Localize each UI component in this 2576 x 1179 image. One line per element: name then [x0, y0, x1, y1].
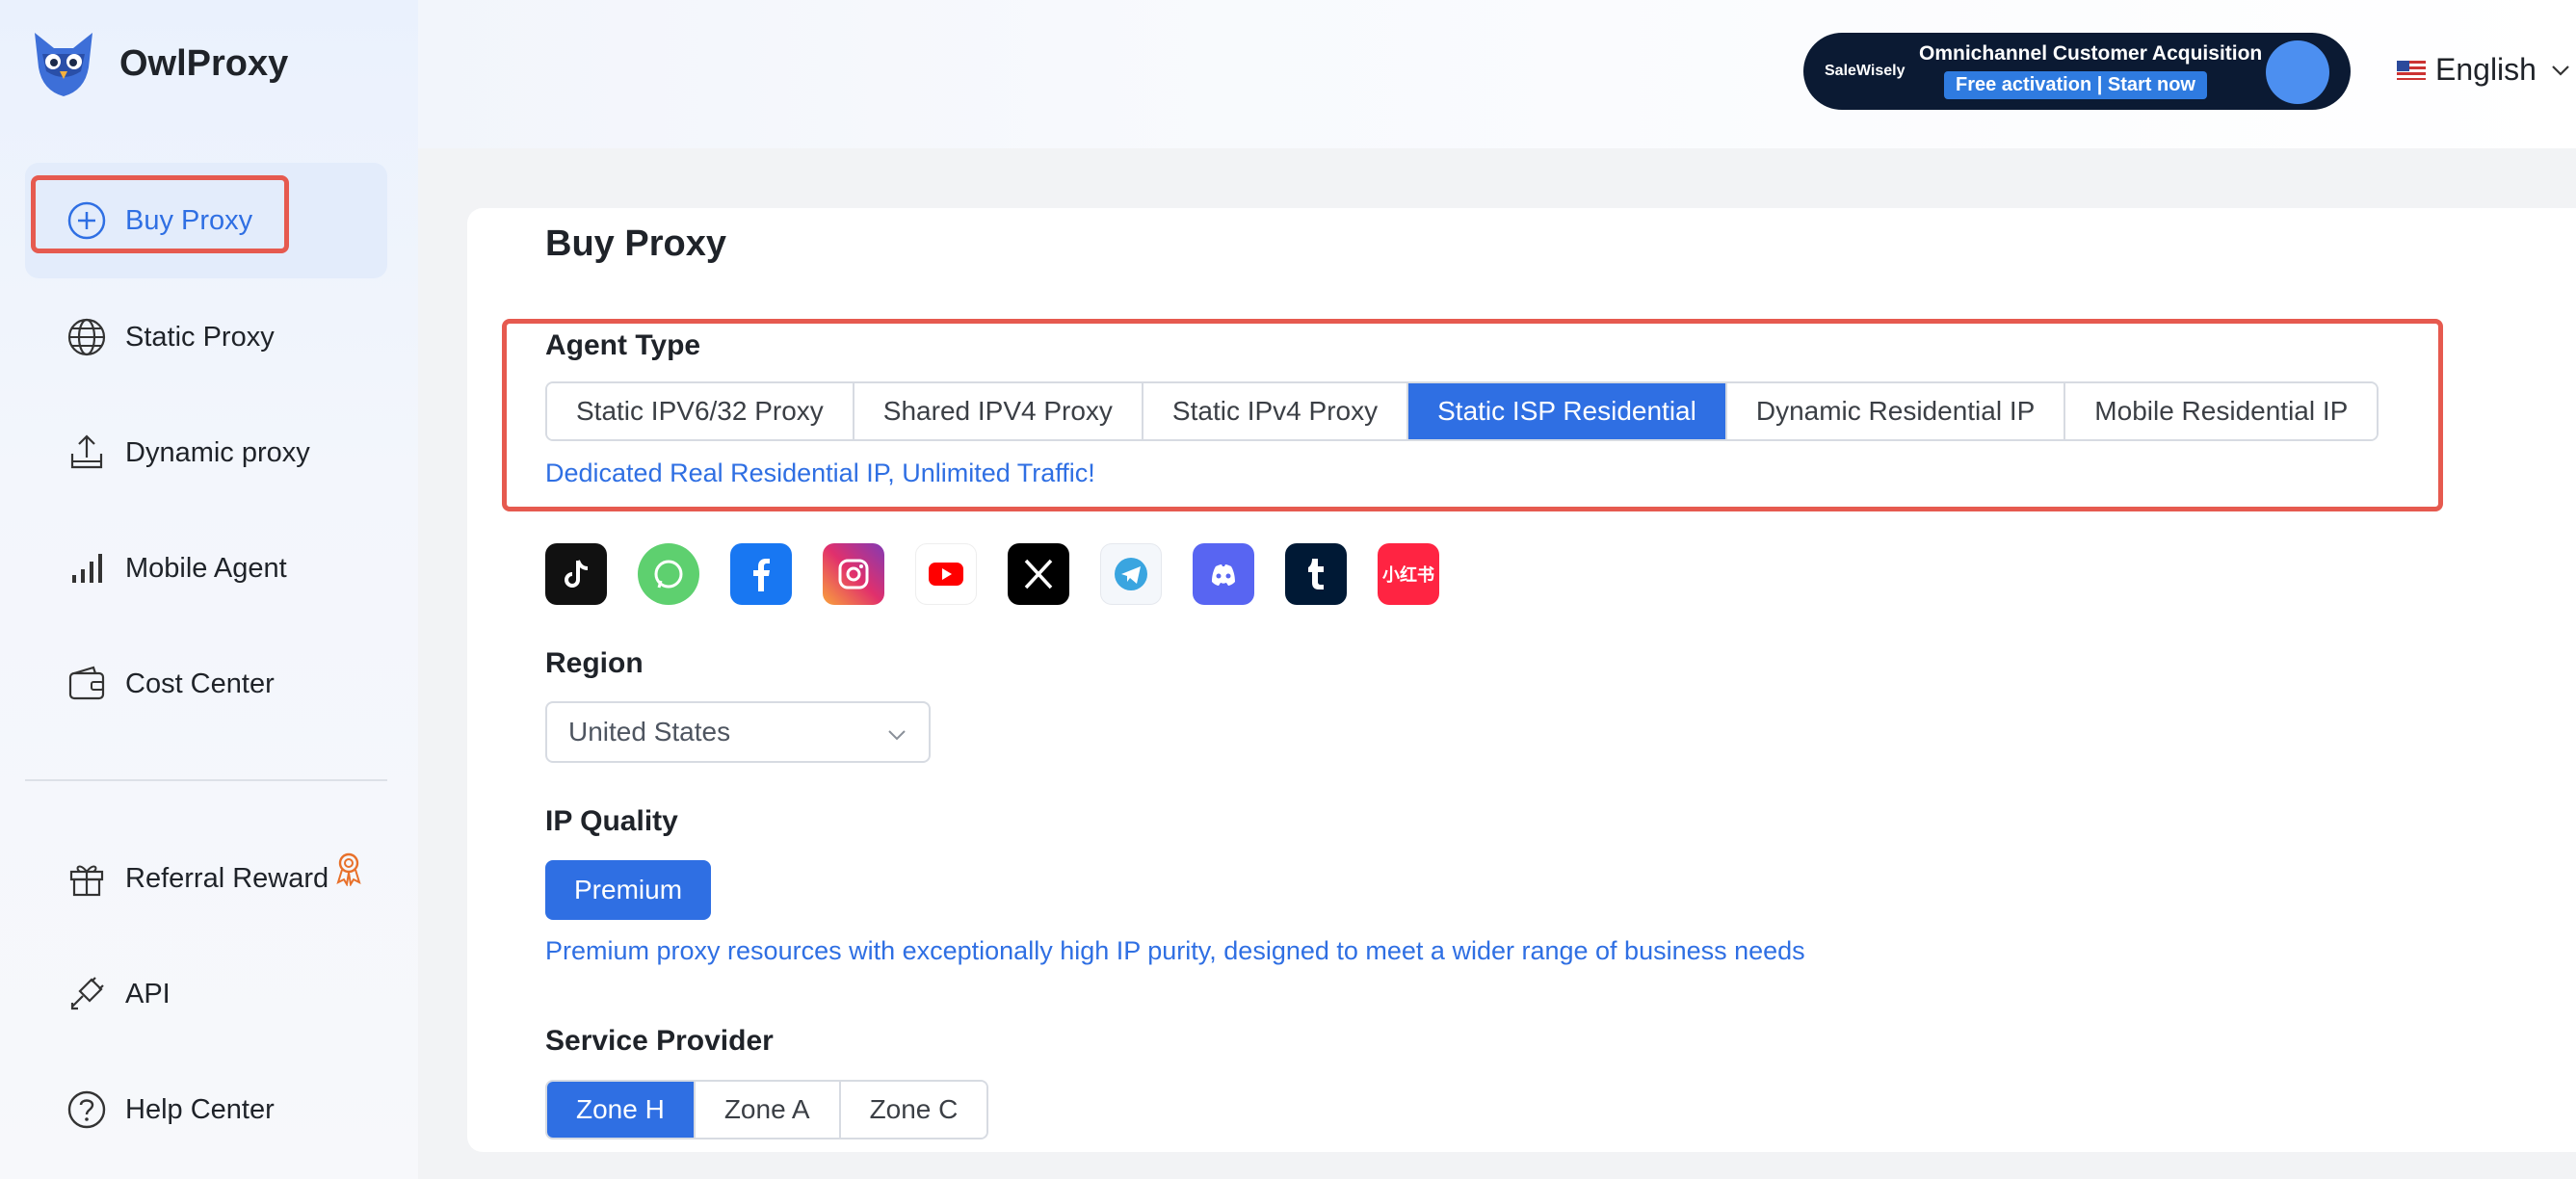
wallet-icon: [66, 663, 108, 705]
page-title: Buy Proxy: [545, 223, 726, 264]
sidebar-item-mobile-agent[interactable]: Mobile Agent: [25, 511, 387, 626]
banner-brand: SaleWisely: [1825, 63, 1906, 79]
chevron-down-icon: [2552, 65, 2569, 76]
sidebar-item-label: Referral Reward: [125, 862, 329, 894]
service-provider-option-selected[interactable]: Zone H: [547, 1082, 696, 1138]
service-provider-label: Service Provider: [545, 1025, 774, 1057]
whatsapp-icon[interactable]: [638, 543, 699, 605]
buy-proxy-card: Buy Proxy Agent Type Static IPV6/32 Prox…: [467, 208, 2576, 1152]
banner-cta-button[interactable]: Free activation | Start now: [1944, 71, 2207, 99]
signal-bars-icon: [66, 547, 108, 590]
social-platform-icons: 小红书: [545, 543, 1470, 605]
tumblr-icon[interactable]: [1285, 543, 1347, 605]
region-label: Region: [545, 647, 644, 679]
sidebar-divider: [25, 779, 387, 781]
discord-icon[interactable]: [1193, 543, 1254, 605]
sidebar-item-dynamic-proxy[interactable]: Dynamic proxy: [25, 395, 387, 511]
sidebar-item-label: Dynamic proxy: [125, 436, 310, 468]
sidebar-item-api[interactable]: API: [25, 936, 387, 1052]
sidebar-item-label: Help Center: [125, 1093, 275, 1125]
sidebar-item-help-center[interactable]: Help Center: [25, 1052, 387, 1167]
sidebar-item-label: Static Proxy: [125, 321, 275, 353]
promo-banner[interactable]: SaleWisely Omnichannel Customer Acquisit…: [1803, 33, 2351, 110]
language-label: English: [2435, 52, 2537, 87]
sidebar-item-static-proxy[interactable]: Static Proxy: [25, 279, 387, 395]
sidebar-item-label: Cost Center: [125, 668, 275, 699]
facebook-icon[interactable]: [730, 543, 792, 605]
us-flag-icon: [2397, 60, 2426, 80]
sidebar-item-cost-center[interactable]: Cost Center: [25, 626, 387, 742]
service-provider-selector: Zone H Zone A Zone C: [545, 1080, 989, 1140]
plug-icon: [66, 973, 108, 1015]
xiaohongshu-icon[interactable]: 小红书: [1378, 543, 1439, 605]
region-value: United States: [568, 717, 731, 747]
logo[interactable]: OwlProxy: [29, 29, 288, 98]
question-circle-icon: [66, 1088, 108, 1131]
banner-title: Omnichannel Customer Acquisition: [1919, 42, 2263, 65]
gift-icon: [66, 857, 108, 900]
globe-icon: [66, 316, 108, 358]
youtube-icon[interactable]: [915, 543, 977, 605]
robot-mascot-icon: [2266, 40, 2329, 104]
sidebar-item-label: API: [125, 978, 171, 1009]
highlight-frame: [502, 319, 2443, 511]
sidebar: OwlProxy Buy Proxy Static Proxy Dynamic …: [0, 0, 418, 1179]
ip-quality-label: IP Quality: [545, 805, 678, 837]
sidebar-item-label: Mobile Agent: [125, 552, 287, 584]
award-ribbon-icon: [333, 852, 364, 887]
ip-quality-hint: Premium proxy resources with exceptional…: [545, 936, 1805, 965]
highlight-frame: [31, 175, 289, 253]
chevron-down-icon: [888, 730, 906, 741]
service-provider-option[interactable]: Zone A: [695, 1082, 841, 1138]
tiktok-icon[interactable]: [545, 543, 607, 605]
x-icon[interactable]: [1008, 543, 1069, 605]
instagram-icon[interactable]: [823, 543, 884, 605]
ip-quality-option-premium[interactable]: Premium: [545, 860, 712, 920]
owl-logo-icon: [35, 33, 92, 96]
service-provider-option[interactable]: Zone C: [840, 1082, 987, 1138]
app-name: OwlProxy: [119, 42, 289, 84]
upload-tray-icon: [66, 432, 108, 474]
telegram-icon[interactable]: [1100, 543, 1162, 605]
language-selector[interactable]: English: [2397, 52, 2571, 88]
region-select[interactable]: United States: [545, 701, 931, 763]
